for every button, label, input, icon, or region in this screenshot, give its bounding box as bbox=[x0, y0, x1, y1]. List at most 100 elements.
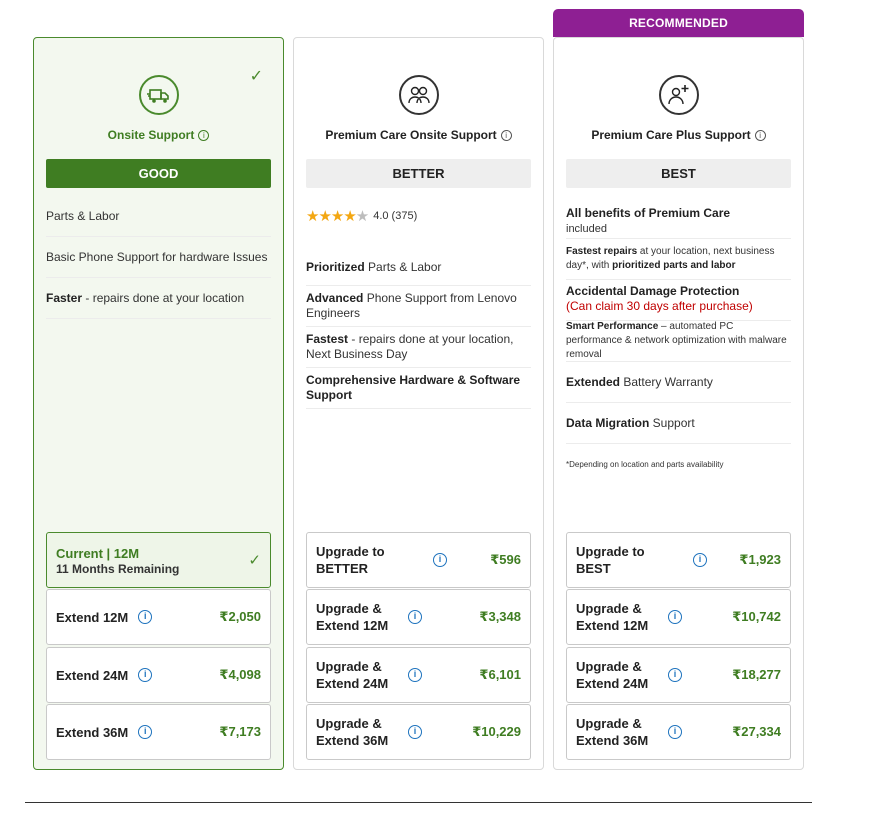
feature-item: Data Migration Support bbox=[566, 403, 791, 444]
option-label: Upgrade & Extend 12M bbox=[316, 601, 389, 633]
option-label: Upgrade to BETTER bbox=[316, 544, 385, 576]
option-price: ₹596 bbox=[490, 552, 521, 567]
feature-bold: prioritized parts and labor bbox=[612, 260, 736, 271]
feature-bold: Extended bbox=[566, 374, 621, 389]
option-label: Extend 12M bbox=[56, 609, 129, 625]
feature-item: Comprehensive Hardware & Software Suppor… bbox=[306, 368, 531, 409]
upgrade-option[interactable]: Upgrade & Extend 36M i ₹10,229 bbox=[306, 704, 531, 760]
info-icon[interactable]: i bbox=[668, 610, 682, 624]
plan-card-premium-care-plus[interactable]: Premium Care Plus Support i BEST All bene… bbox=[553, 37, 804, 770]
truck-icon bbox=[138, 75, 179, 115]
plan-title: Premium Care Plus Support i bbox=[554, 128, 803, 142]
plan-title: Premium Care Onsite Support i bbox=[294, 128, 543, 142]
info-icon[interactable]: i bbox=[500, 130, 512, 141]
support-plus-icon bbox=[658, 75, 699, 115]
info-icon[interactable]: i bbox=[138, 668, 153, 682]
upgrade-option[interactable]: Upgrade to BETTER i ₹596 bbox=[306, 532, 531, 588]
plan-card-onsite-support[interactable]: ✓ Onsite Support i GOOD Parts & Labor Bas… bbox=[33, 37, 284, 770]
plan-title: Onsite Support i bbox=[34, 128, 283, 142]
extend-option[interactable]: Extend 24M i ₹4,098 bbox=[46, 647, 271, 703]
months-remaining: 11 Months Remaining bbox=[56, 561, 180, 576]
feature-text: Basic Phone Support for hardware Issues bbox=[46, 249, 268, 264]
feature-bold: Faster bbox=[46, 290, 83, 305]
info-icon[interactable]: i bbox=[693, 553, 707, 567]
rating[interactable]: ★★★★ ★ 4.0 (375) bbox=[306, 196, 531, 236]
info-icon[interactable]: i bbox=[138, 610, 153, 624]
info-icon[interactable]: i bbox=[433, 553, 447, 567]
info-icon[interactable]: i bbox=[754, 130, 766, 141]
plan-card-premium-care[interactable]: Premium Care Onsite Support i BETTER ★★★★… bbox=[293, 37, 544, 770]
extend-option[interactable]: Extend 12M i ₹2,050 bbox=[46, 589, 271, 645]
info-icon[interactable]: i bbox=[668, 725, 682, 739]
feature-list: ★★★★ ★ 4.0 (375) Prioritized Parts & Labo… bbox=[306, 196, 531, 409]
feature-item: Extended Battery Warranty bbox=[566, 362, 791, 403]
support-team-icon bbox=[398, 75, 439, 115]
plan-title-text: Premium Care Plus Support bbox=[591, 128, 751, 142]
check-icon: ✓ bbox=[248, 552, 261, 569]
tier-badge: GOOD bbox=[46, 159, 271, 188]
feature-bold: Fastest repairs bbox=[566, 246, 638, 257]
feature-bold: Smart Performance bbox=[566, 321, 659, 332]
option-price: ₹18,277 bbox=[732, 667, 781, 682]
feature-bold: Comprehensive Hardware & Software Suppor… bbox=[306, 373, 521, 402]
tier-badge: BETTER bbox=[306, 159, 531, 188]
feature-item: Advanced Phone Support from Lenovo Engin… bbox=[306, 286, 531, 327]
rating-count: (375) bbox=[391, 209, 418, 222]
feature-bold: Accidental Damage Protection bbox=[566, 284, 740, 298]
feature-text: Battery Warranty bbox=[620, 374, 713, 389]
option-label: Upgrade & Extend 12M bbox=[576, 601, 649, 633]
info-icon[interactable]: i bbox=[408, 725, 422, 739]
tier-badge: BEST bbox=[566, 159, 791, 188]
footnote-text: *Depending on location and parts availab… bbox=[566, 460, 724, 469]
feature-item: Fastest - repairs done at your location,… bbox=[306, 327, 531, 368]
option-price: ₹10,742 bbox=[732, 609, 781, 624]
option-label: Current | 12M bbox=[56, 545, 140, 561]
upgrade-option[interactable]: Upgrade to BEST i ₹1,923 bbox=[566, 532, 791, 588]
feature-bold: Fastest bbox=[306, 332, 349, 346]
info-icon[interactable]: i bbox=[408, 610, 422, 624]
feature-item: Smart Performance – automated PC perform… bbox=[566, 321, 791, 362]
current-plan-option[interactable]: Current | 12M 11 Months Remaining ✓ bbox=[46, 532, 271, 588]
feature-text: included bbox=[566, 223, 607, 235]
feature-note-red: (Can claim 30 days after purchase) bbox=[566, 299, 753, 313]
info-icon[interactable]: i bbox=[668, 668, 682, 682]
extend-option[interactable]: Extend 36M i ₹7,173 bbox=[46, 704, 271, 760]
feature-item: All benefits of Premium Care included bbox=[566, 196, 791, 239]
info-icon[interactable]: i bbox=[198, 130, 210, 141]
selected-check-icon: ✓ bbox=[249, 68, 263, 85]
option-label: Upgrade & Extend 24M bbox=[576, 659, 649, 691]
feature-bold: Advanced bbox=[306, 291, 364, 305]
feature-bold: All benefits of Premium Care bbox=[566, 206, 731, 220]
star-empty-icon: ★ bbox=[355, 207, 369, 225]
feature-text: Parts & Labor bbox=[364, 260, 442, 274]
upgrade-option[interactable]: Upgrade & Extend 24M i ₹6,101 bbox=[306, 647, 531, 703]
info-icon[interactable]: i bbox=[138, 725, 153, 739]
option-price: ₹10,229 bbox=[472, 724, 521, 739]
plan-title-text: Onsite Support bbox=[107, 128, 195, 142]
option-label: Extend 24M bbox=[56, 667, 129, 683]
feature-text: - repairs done at your location bbox=[82, 290, 245, 305]
option-price: ₹3,348 bbox=[479, 609, 521, 624]
upgrade-option[interactable]: Upgrade & Extend 12M i ₹3,348 bbox=[306, 589, 531, 645]
recommended-badge: RECOMMENDED bbox=[553, 9, 804, 37]
feature-bold: Data Migration bbox=[566, 415, 650, 430]
feature-list: All benefits of Premium Care included Fas… bbox=[566, 196, 791, 485]
upgrade-option[interactable]: Upgrade & Extend 24M i ₹18,277 bbox=[566, 647, 791, 703]
footnote: *Depending on location and parts availab… bbox=[566, 444, 791, 485]
star-icon: ★★★★ bbox=[306, 207, 357, 225]
plan-title-text: Premium Care Onsite Support bbox=[325, 128, 497, 142]
rating-value: 4.0 bbox=[373, 209, 389, 222]
feature-item: Fastest repairs at your location, next b… bbox=[566, 239, 791, 280]
feature-text: Parts & Labor bbox=[46, 208, 120, 223]
upgrade-option[interactable]: Upgrade & Extend 36M i ₹27,334 bbox=[566, 704, 791, 760]
option-price: ₹2,050 bbox=[219, 609, 261, 624]
feature-bold: Prioritized bbox=[306, 260, 365, 274]
feature-item: Parts & Labor bbox=[46, 196, 271, 237]
upgrade-option[interactable]: Upgrade & Extend 12M i ₹10,742 bbox=[566, 589, 791, 645]
option-price: ₹27,334 bbox=[732, 724, 781, 739]
option-price: ₹7,173 bbox=[219, 724, 261, 739]
option-label: Upgrade & Extend 24M bbox=[316, 659, 389, 691]
info-icon[interactable]: i bbox=[408, 668, 422, 682]
feature-list: Parts & Labor Basic Phone Support for ha… bbox=[46, 196, 271, 319]
option-price: ₹6,101 bbox=[479, 667, 521, 682]
